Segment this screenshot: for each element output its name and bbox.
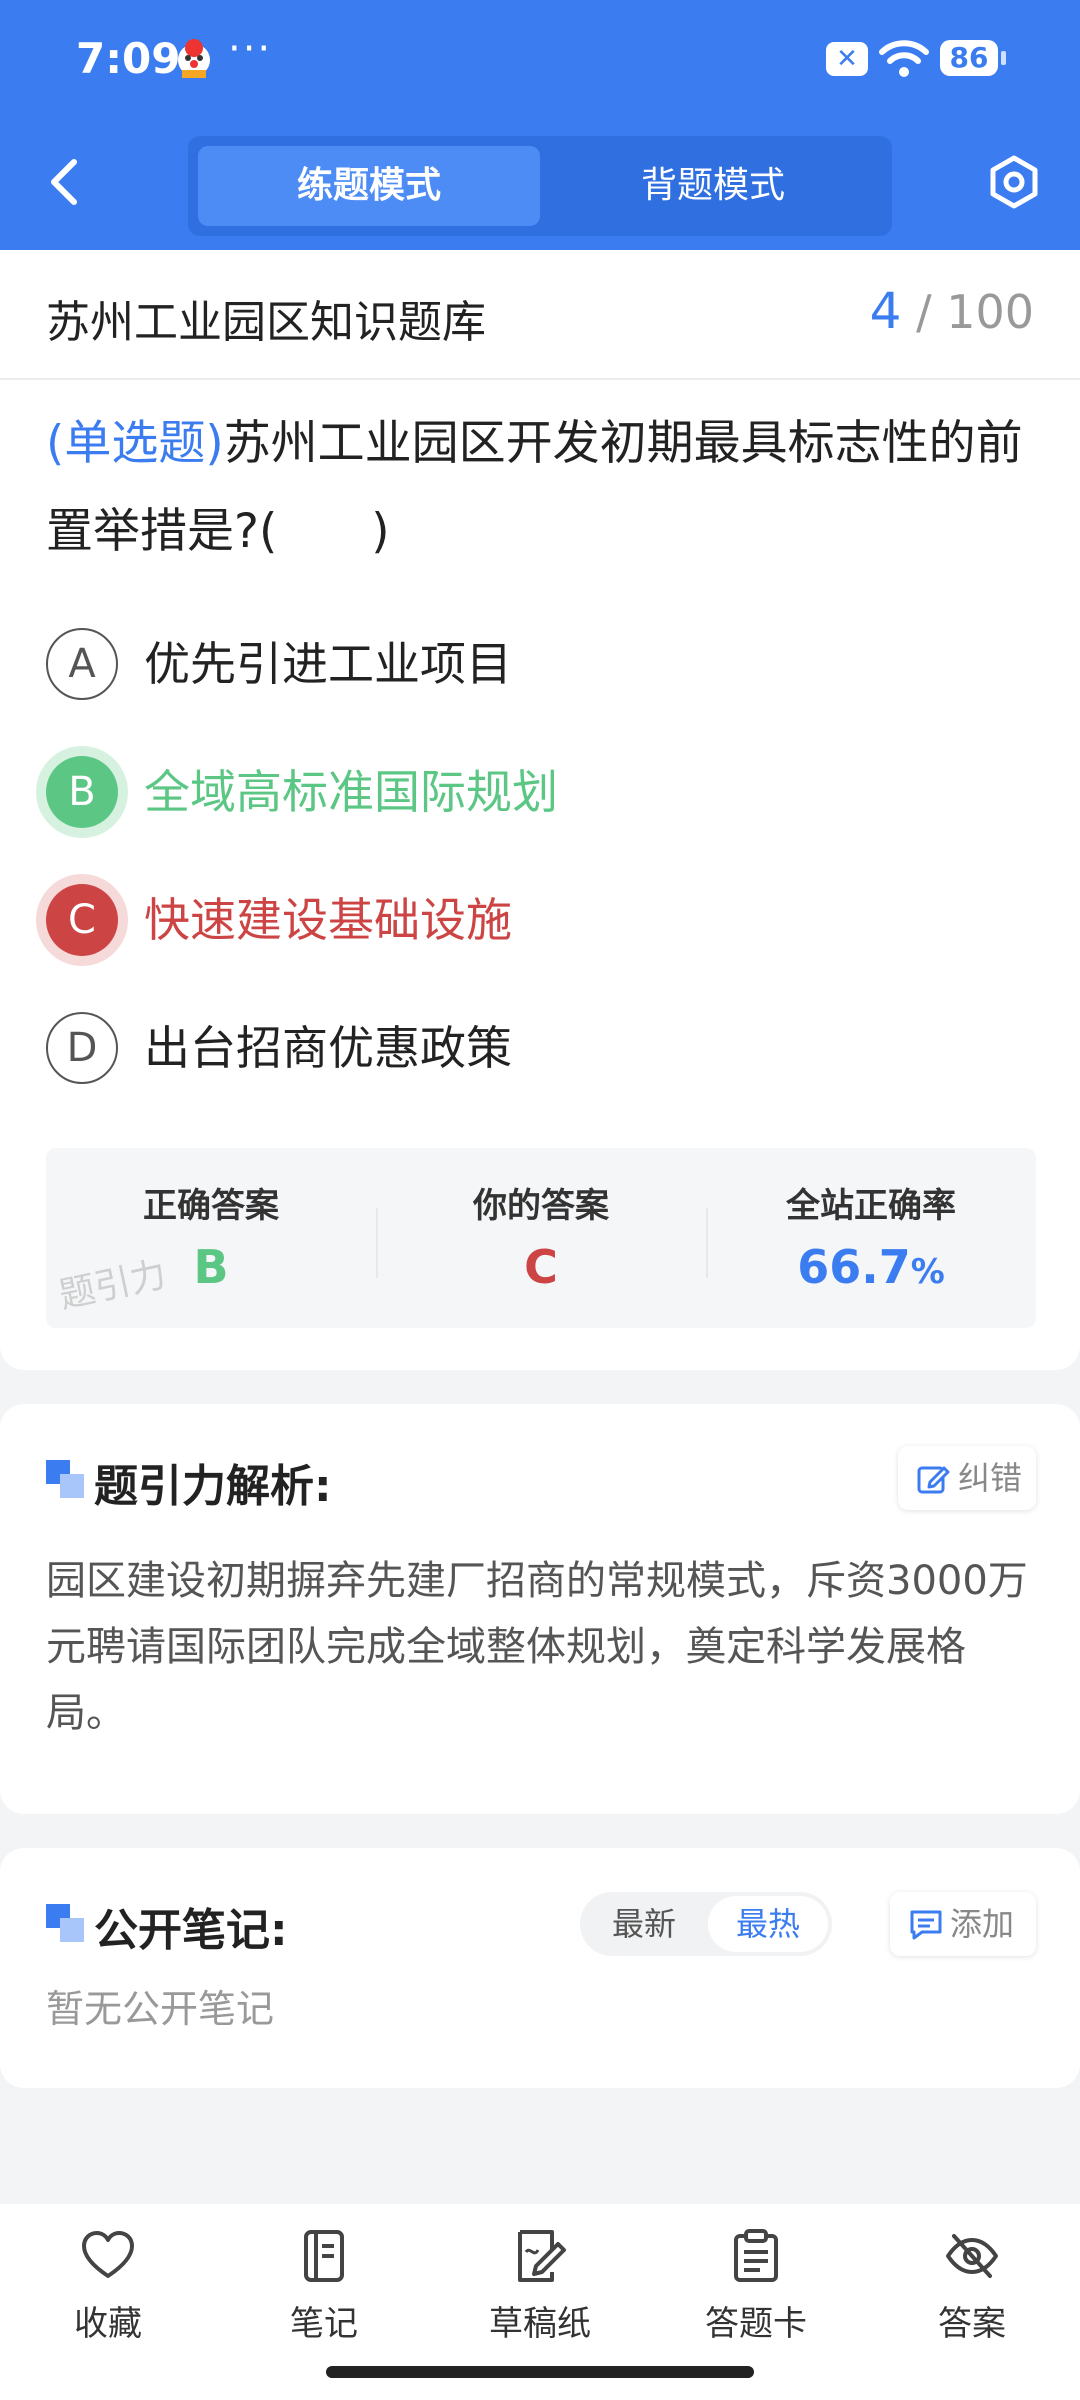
your-answer-value: C [524, 1240, 558, 1294]
answer-stats-panel: 正确答案 B 你的答案 C 全站正确率 66.7% 题引力 [46, 1148, 1036, 1328]
nav-notes[interactable]: 笔记 [244, 2220, 404, 2350]
status-more-dots: ··· [228, 26, 273, 72]
answer-sheet-icon [734, 2229, 778, 2282]
nav-answer[interactable]: 答案 [892, 2220, 1052, 2350]
add-note-button[interactable]: 添加 [890, 1892, 1036, 1956]
notes-section-icon [46, 1904, 86, 1944]
option-text: 快速建设基础设施 [144, 893, 512, 947]
tab-recite-mode[interactable]: 背题模式 [542, 146, 884, 226]
your-answer-stat: 你的答案 C [376, 1148, 706, 1328]
option-letter: B [46, 756, 118, 828]
nav-label: 笔记 [290, 2304, 358, 2344]
empty-notes-text: 暂无公开笔记 [46, 1987, 275, 2031]
comment-icon [910, 1910, 942, 1940]
nav-answer-sheet[interactable]: 答题卡 [676, 2220, 836, 2350]
option-text: 全域高标准国际规划 [144, 765, 558, 819]
site-accuracy-value: 66.7% [706, 1240, 1036, 1294]
status-time: 7:09 [76, 34, 181, 83]
settings-hexagon-icon[interactable] [986, 154, 1042, 210]
home-indicator[interactable] [326, 2366, 754, 2378]
nav-label: 答案 [938, 2304, 1006, 2344]
sort-newest-button[interactable]: 最新 [584, 1896, 704, 1952]
option-text: 优先引进工业项目 [144, 637, 512, 691]
tab-practice-mode[interactable]: 练题模式 [198, 146, 540, 226]
back-arrow-icon[interactable] [40, 154, 90, 210]
question-text: (单选题)苏州工业园区开发初期最具标志性的前置举措是?( ) [46, 400, 1046, 576]
notes-card [0, 1848, 1080, 2088]
analysis-text: 园区建设初期摒弃先建厂招商的常规模式，斥资3000万元聘请国际团队完成全域整体规… [46, 1558, 1028, 1736]
notes-title: 公开笔记: [94, 1905, 288, 1956]
accuracy-unit: % [910, 1252, 945, 1292]
divider [0, 378, 1080, 380]
option-d[interactable]: D 出台招商优惠政策 [46, 1010, 1046, 1086]
progress-separator: / [916, 285, 932, 339]
nav-favorite[interactable]: 收藏 [28, 2220, 188, 2350]
option-b[interactable]: B 全域高标准国际规划 [46, 754, 1046, 830]
question-type: (单选题) [46, 416, 224, 471]
notebook-icon [304, 2230, 344, 2282]
site-accuracy-stat: 全站正确率 66.7% [706, 1148, 1036, 1328]
question-progress: 4 / 100 [870, 282, 1034, 340]
option-letter: A [46, 628, 118, 700]
option-letter: D [46, 1012, 118, 1084]
current-question-number: 4 [869, 282, 902, 340]
question-bank-title: 苏州工业园区知识题库 [46, 297, 486, 348]
total-question-count: 100 [946, 285, 1034, 339]
app-notification-icon [178, 39, 210, 78]
heart-icon [82, 2231, 134, 2278]
close-badge-icon: ✕ [826, 42, 868, 76]
nav-label: 收藏 [74, 2304, 142, 2344]
draft-paper-icon [518, 2230, 566, 2282]
edit-icon [917, 1466, 950, 1494]
nav-label: 答题卡 [705, 2304, 807, 2344]
sort-hottest-button[interactable]: 最热 [708, 1896, 828, 1952]
option-c[interactable]: C 快速建设基础设施 [46, 882, 1046, 958]
accuracy-number: 66.7 [797, 1240, 911, 1294]
report-error-button[interactable]: 纠错 [898, 1446, 1036, 1510]
option-text: 出台招商优惠政策 [144, 1021, 512, 1075]
top-header: 7:09 ··· ✕ 86 练题模式 背题模式 [0, 0, 1080, 250]
nav-label: 草稿纸 [489, 2304, 591, 2344]
correct-answer-label: 正确答案 [143, 1186, 279, 1226]
option-a[interactable]: A 优先引进工业项目 [46, 626, 1046, 702]
notes-sort-toggle: 最新 最热 [580, 1892, 832, 1956]
nav-draft-paper[interactable]: 草稿纸 [460, 2220, 620, 2350]
option-letter: C [46, 884, 118, 956]
report-error-label: 纠错 [958, 1459, 1023, 1497]
mode-switch: 练题模式 背题模式 [188, 136, 892, 236]
wifi-icon [879, 40, 929, 77]
add-note-label: 添加 [950, 1905, 1015, 1943]
eye-off-icon [946, 2234, 998, 2278]
your-answer-label: 你的答案 [473, 1186, 609, 1226]
site-accuracy-label: 全站正确率 [786, 1186, 956, 1226]
status-bar: 7:09 ··· ✕ 86 [0, 0, 1080, 118]
battery-indicator: 86 [940, 40, 1006, 76]
analysis-section-icon [46, 1460, 86, 1500]
analysis-title: 题引力解析: [94, 1461, 332, 1512]
